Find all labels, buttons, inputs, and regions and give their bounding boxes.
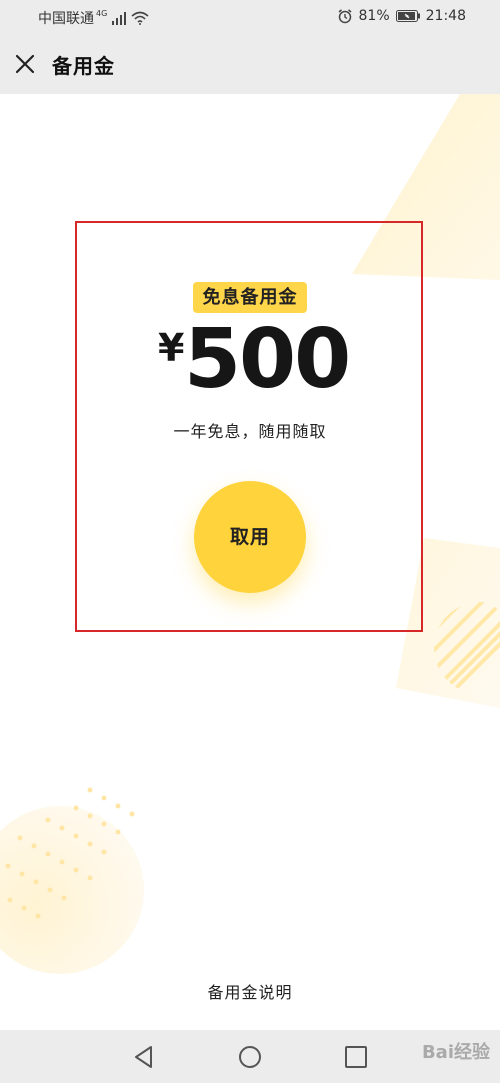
decor-dotted-circle-left xyxy=(0,787,144,974)
status-right: 81% 21:48 xyxy=(337,8,466,24)
wifi-icon xyxy=(131,11,149,25)
amount-value: 500 xyxy=(184,312,351,407)
reserve-fund-info-link[interactable]: 备用金说明 xyxy=(0,979,500,1003)
carrier-name: 中国联通 xyxy=(38,11,94,27)
battery-icon xyxy=(395,10,420,22)
header: 备用金 xyxy=(0,34,500,94)
clock-time: 21:48 xyxy=(425,8,466,24)
page-title: 备用金 xyxy=(52,54,115,78)
battery-percent: 81% xyxy=(358,8,390,24)
currency-symbol: ¥ xyxy=(158,326,185,370)
system-nav-bar: Bai经验 xyxy=(0,1030,500,1083)
status-left: 中国联通 4G xyxy=(38,8,149,28)
alarm-icon xyxy=(338,9,352,24)
status-bar: 中国联通 4G 81% 21:48 xyxy=(0,0,500,34)
close-icon[interactable] xyxy=(14,53,36,75)
signal-icon xyxy=(112,12,127,25)
interest-free-badge: 免息备用金 xyxy=(193,282,307,313)
card-subtitle: 一年免息，随用随取 xyxy=(173,422,327,441)
recent-apps-icon[interactable] xyxy=(342,1043,370,1071)
back-icon[interactable] xyxy=(130,1043,158,1071)
watermark-logo: Bai经验 xyxy=(421,1042,490,1063)
withdraw-button[interactable]: 取用 xyxy=(194,481,306,593)
network-type: 4G xyxy=(96,8,108,18)
amount-display: ¥ 500 xyxy=(150,312,351,408)
home-icon[interactable] xyxy=(236,1043,264,1071)
